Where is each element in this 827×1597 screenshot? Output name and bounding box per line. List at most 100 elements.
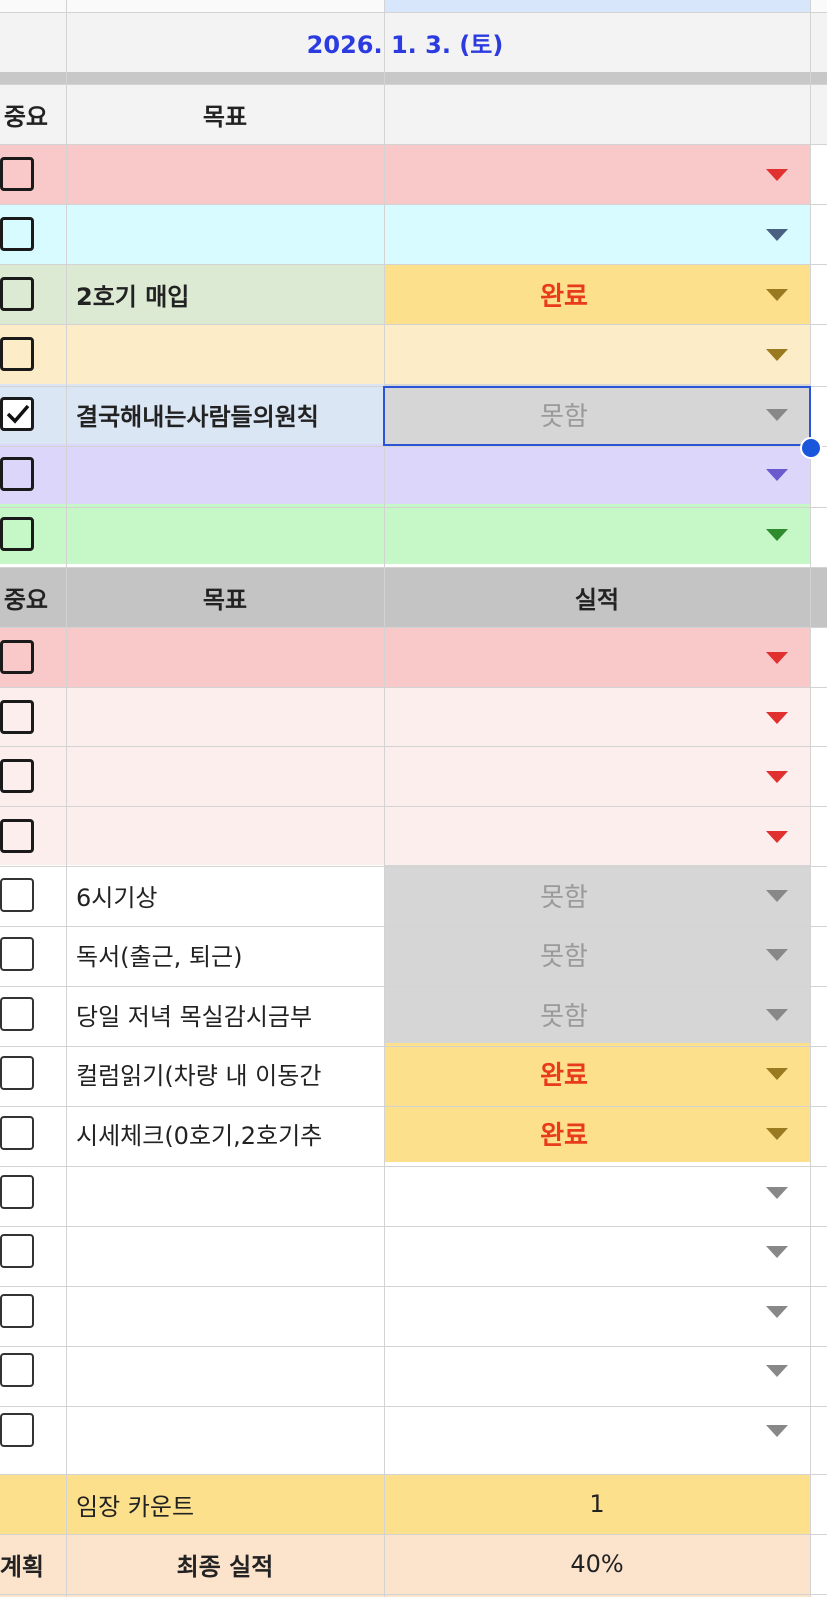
grid-line [0,1534,827,1535]
dropdown-arrow-icon[interactable] [766,1246,788,1258]
goal-cell[interactable] [76,806,383,866]
goal-cell[interactable]: 6시기상 [76,865,383,925]
dropdown-arrow-icon[interactable] [766,890,788,902]
importance-checkbox[interactable] [0,397,34,431]
dropdown-arrow-icon[interactable] [766,229,788,241]
result-value [384,144,744,204]
dropdown-arrow-icon[interactable] [766,169,788,181]
grid-line [0,1106,827,1107]
count-value[interactable]: 1 [384,1474,810,1534]
result-value [384,687,744,747]
goal-cell[interactable]: 당일 저녁 목실감시금부 [76,984,383,1044]
importance-checkbox[interactable] [0,937,34,971]
grid-line [0,1166,827,1167]
goal-cell[interactable]: 결국해내는사람들의원칙 [76,384,383,444]
goal-cell[interactable] [76,504,383,564]
dropdown-arrow-icon[interactable] [766,1187,788,1199]
grid-line [0,1474,827,1475]
grid-line [0,746,827,747]
importance-checkbox[interactable] [0,878,34,912]
result-value [384,1340,744,1400]
result-value [384,324,744,384]
dropdown-arrow-icon[interactable] [766,949,788,961]
result-value [384,1162,744,1222]
header-goal: 목표 [202,102,248,131]
goal-cell[interactable] [76,1162,383,1222]
importance-checkbox[interactable] [0,1175,34,1209]
fill-handle[interactable] [800,437,822,459]
goal-cell[interactable] [76,627,383,687]
importance-checkbox[interactable] [0,217,34,251]
grid-line [0,866,827,867]
importance-checkbox[interactable] [0,1116,34,1150]
dropdown-arrow-icon[interactable] [766,349,788,361]
top-strip-selected [384,0,810,12]
plan-label: 계획 [0,1552,44,1581]
importance-checkbox[interactable] [0,997,34,1031]
grid-line [0,1226,827,1227]
goal-cell[interactable] [76,687,383,747]
importance-checkbox[interactable] [0,1413,34,1447]
header2-importance: 중요 [3,585,48,614]
grid-line [0,567,827,568]
importance-checkbox[interactable] [0,700,34,734]
dropdown-arrow-icon[interactable] [766,1009,788,1021]
dropdown-arrow-icon[interactable] [766,1425,788,1437]
goal-cell[interactable] [76,1400,383,1460]
result-value [384,1221,744,1281]
result-value: 못함 [540,1001,588,1032]
goal-cell[interactable]: 컬럼읽기(차량 내 이동간 [76,1043,383,1103]
header-result-empty [384,84,810,144]
dropdown-arrow-icon[interactable] [766,712,788,724]
goal-cell[interactable] [76,1281,383,1341]
importance-checkbox[interactable] [0,337,34,371]
grid-line [0,12,827,13]
importance-checkbox[interactable] [0,157,34,191]
goal-cell[interactable] [76,324,383,384]
grid-line [0,144,827,145]
result-value [384,1400,744,1460]
importance-checkbox[interactable] [0,457,34,491]
importance-checkbox[interactable] [0,640,34,674]
importance-checkbox[interactable] [0,517,34,551]
importance-checkbox[interactable] [0,1056,34,1090]
goal-cell[interactable] [76,746,383,806]
dropdown-arrow-icon[interactable] [766,1068,788,1080]
goal-cell[interactable]: 시세체크(0호기,2호기추 [76,1103,383,1163]
dropdown-arrow-icon[interactable] [766,1128,788,1140]
dropdown-arrow-icon[interactable] [766,469,788,481]
goal-cell[interactable] [76,144,383,204]
grid-line [0,1046,827,1047]
result-value: 못함 [540,941,588,972]
grid-line [0,204,827,205]
grid-line [0,1346,827,1347]
importance-checkbox[interactable] [0,1234,34,1268]
dropdown-arrow-icon[interactable] [766,289,788,301]
dropdown-arrow-icon[interactable] [766,771,788,783]
importance-checkbox[interactable] [0,277,34,311]
goal-cell[interactable]: 2호기 매입 [76,264,383,324]
final-value[interactable]: 40% [384,1534,810,1594]
grid-line [0,446,827,447]
importance-checkbox[interactable] [0,1353,34,1387]
grid-line [810,0,811,1597]
dropdown-arrow-icon[interactable] [766,652,788,664]
dropdown-arrow-icon[interactable] [766,1365,788,1377]
dropdown-arrow-icon[interactable] [766,1306,788,1318]
goal-cell[interactable] [76,1340,383,1400]
importance-checkbox[interactable] [0,1294,34,1328]
grid-line [0,986,827,987]
frozen-divider [0,72,827,84]
result-value: 완료 [540,1120,588,1151]
goal-cell[interactable] [76,444,383,504]
goal-cell[interactable] [76,1221,383,1281]
importance-checkbox[interactable] [0,759,34,793]
grid-line [384,0,385,1597]
importance-checkbox[interactable] [0,819,34,853]
grid-line [0,264,827,265]
grid-line [66,0,67,1597]
goal-cell[interactable] [76,204,383,264]
dropdown-arrow-icon[interactable] [766,529,788,541]
dropdown-arrow-icon[interactable] [766,831,788,843]
goal-cell[interactable]: 독서(출근, 퇴근) [76,924,383,984]
